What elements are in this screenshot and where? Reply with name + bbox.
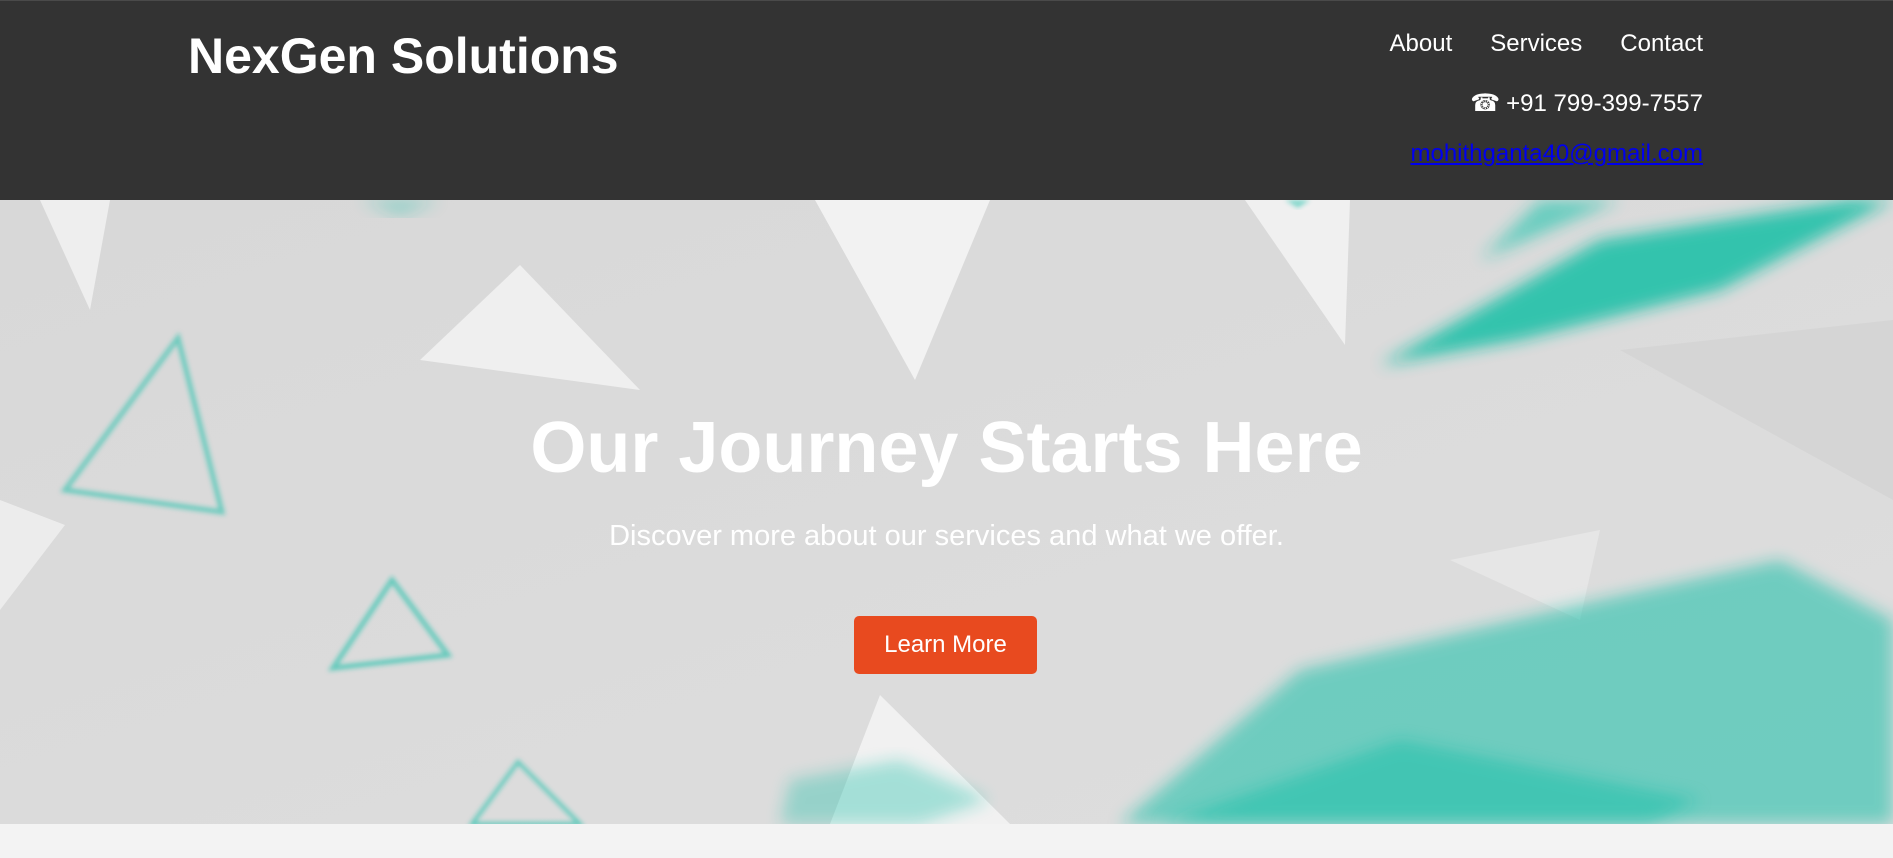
hero-subtitle: Discover more about our services and wha… — [609, 520, 1284, 552]
phone-icon: ☎ — [1470, 90, 1501, 117]
page-content-strip — [0, 824, 1893, 858]
phone-number: ☎ +91 799-399-7557 — [1410, 92, 1703, 116]
hero-content: Our Journey Starts Here Discover more ab… — [0, 200, 1893, 824]
phone-text: +91 799-399-7557 — [1506, 90, 1703, 117]
site-header: NexGen Solutions About Services Contact … — [0, 0, 1893, 200]
nav-link-contact[interactable]: Contact — [1620, 32, 1703, 56]
email-link[interactable]: mohithganta40@gmail.com — [1410, 142, 1703, 166]
learn-more-button[interactable]: Learn More — [854, 616, 1037, 674]
main-nav: About Services Contact — [1390, 32, 1703, 56]
contact-info: ☎ +91 799-399-7557 mohithganta40@gmail.c… — [1410, 92, 1703, 166]
brand-logo-text[interactable]: NexGen Solutions — [188, 31, 619, 81]
hero-section: Our Journey Starts Here Discover more ab… — [0, 200, 1893, 824]
nav-link-services[interactable]: Services — [1490, 32, 1582, 56]
hero-title: Our Journey Starts Here — [530, 408, 1363, 488]
nav-link-about[interactable]: About — [1390, 32, 1453, 56]
